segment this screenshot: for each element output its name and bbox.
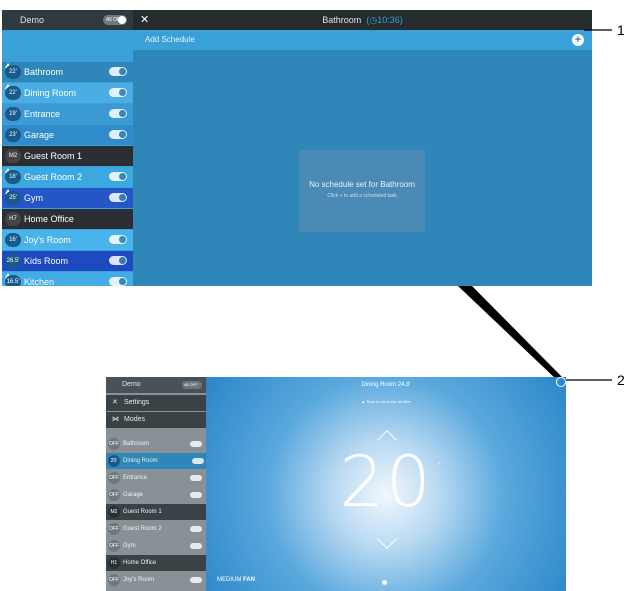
room-power-toggle[interactable] [190,475,202,481]
settings-icon: ✕ [112,399,118,406]
degree-symbol: ° [438,463,441,469]
fan-mode[interactable]: MEDIUM FAN [217,577,255,583]
room-temp-badge: OFF [108,540,120,552]
page-indicator-dot[interactable] [382,580,387,585]
callout-number-1: 1 [617,22,625,38]
fan-speed: MEDIUM [217,577,242,583]
room-power-toggle[interactable] [190,543,202,549]
room-item-joys-room[interactable]: OFF Joy's Room [106,572,206,588]
thermostat-panel: Dining Room 24.8' ▲ Time to clean the ai… [206,377,566,591]
room-item-garage[interactable]: OFF Garage [106,487,206,503]
menu-modes[interactable]: ⋈ Modes [106,412,206,428]
room-temp-badge: OFF [108,523,120,535]
share-icon: ⋈ [112,416,119,423]
room-temp-badge: OFF [108,472,120,484]
room-item-entrance[interactable]: OFF Entrance [106,470,206,486]
room-name: Entrance [123,475,148,481]
home-header[interactable]: Demo All OFF [106,377,206,393]
room-mode-badge: M2 [108,506,120,518]
room-name: Guest Room 2 [123,526,162,532]
room-name: Home Office [123,560,157,566]
room-item-gym[interactable]: OFF Gym [106,538,206,554]
room-name: Garage [123,492,144,498]
room-name: Gym [123,543,136,549]
room-power-toggle[interactable] [190,441,202,447]
filter-hint: ▲ Time to clean the air filter [206,399,566,404]
chevron-down-icon[interactable] [377,529,397,549]
corner-button-icon[interactable] [556,377,566,387]
room-name: Joy's Room [123,577,155,583]
room-temp-badge: OFF [108,438,120,450]
room-item-guest-room-2[interactable]: OFF Guest Room 2 [106,521,206,537]
room-power-toggle[interactable] [192,458,204,464]
room-power-toggle[interactable] [190,526,202,532]
room-item-bathroom[interactable]: OFF Bathroom [106,436,206,452]
target-temperature: 20 [339,441,433,523]
room-title-temp: 24.8' [397,382,411,388]
fan-label: FAN [243,577,256,583]
zoom-connector [458,286,562,380]
room-temp-badge: OFF [108,489,120,501]
room-name: Guest Room 1 [123,509,162,515]
modes-label: Modes [124,416,146,423]
room-power-toggle[interactable] [190,492,202,498]
room-item-dining-room[interactable]: 20' Dining Room [106,453,214,469]
room-item-home-office[interactable]: H1 Home Office [106,555,206,571]
room-mode-badge: H1 [108,557,120,569]
menu-settings[interactable]: ✕ Settings [106,395,206,411]
room-title-name: Dining Room [361,382,397,388]
all-off-toggle[interactable]: All OFF [182,381,202,389]
room-item-guest-room-1[interactable]: M2 Guest Room 1 [106,504,206,520]
room-power-toggle[interactable] [190,577,202,583]
room-name: Dining Room [123,458,158,464]
room-name: Bathroom [123,441,150,447]
home-label: Demo [122,381,141,388]
room-title: Dining Room 24.8' [206,382,566,388]
rooms-sidebar: Demo All OFF ✕ Settings ⋈ Modes OFF Bath… [106,377,214,591]
room-temp-badge: 20' [108,455,120,467]
thermostat-screenshot: Demo All OFF ✕ Settings ⋈ Modes OFF Bath… [106,377,566,591]
filter-hint-text: Time to clean the air filter [366,399,411,404]
room-temp-badge: OFF [108,574,120,586]
settings-label: Settings [124,399,150,406]
callout-number-2: 2 [617,372,625,388]
